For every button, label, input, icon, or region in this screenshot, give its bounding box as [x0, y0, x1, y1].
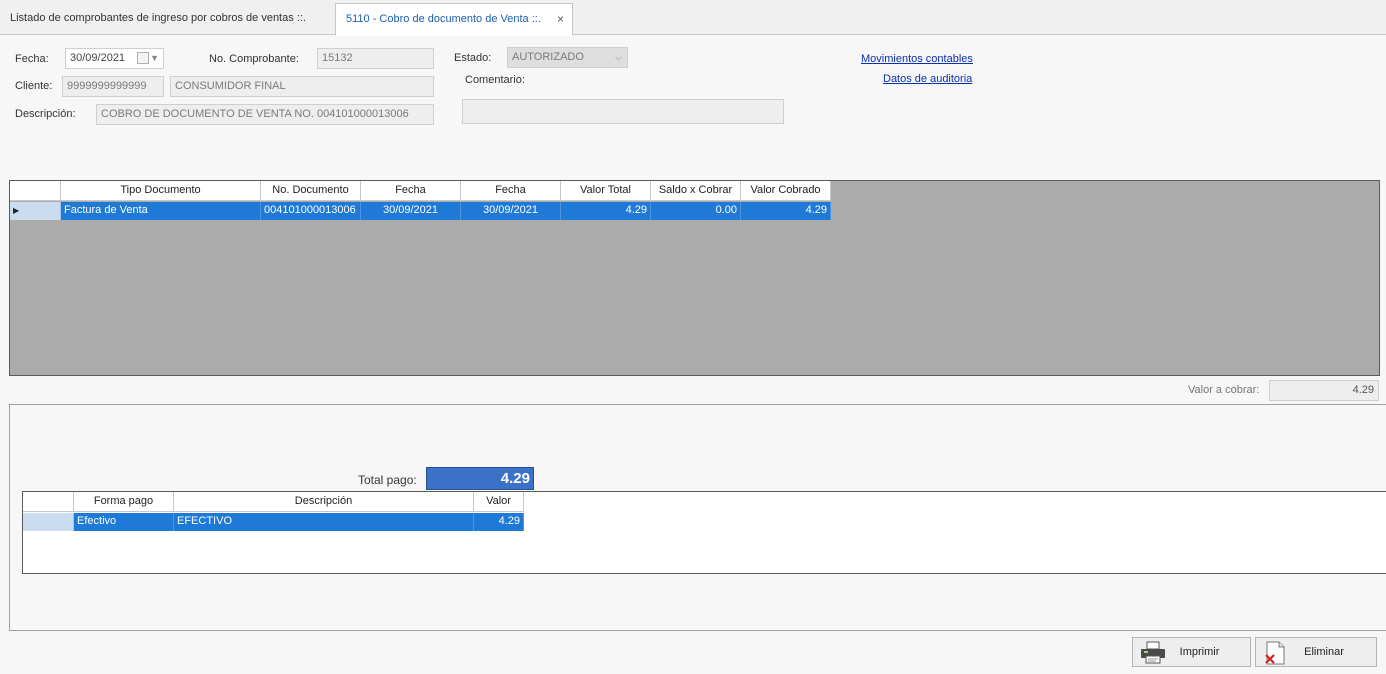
valor-cobrar-label: Valor a cobrar: — [1188, 384, 1260, 396]
cliente-id-field[interactable]: 9999999999999 — [62, 76, 164, 97]
header-forma-pago[interactable]: Forma pago — [74, 492, 174, 512]
cliente-id-value: 9999999999999 — [67, 80, 147, 92]
tab-listado-comprobantes[interactable]: Listado de comprobantes de ingreso por c… — [0, 3, 333, 35]
header-indicator — [23, 492, 74, 512]
imprimir-button[interactable]: Imprimir — [1132, 637, 1251, 667]
header-saldo-cobrar[interactable]: Saldo x Cobrar — [651, 181, 741, 201]
estado-label: Estado: — [454, 52, 492, 64]
cell-valor-total[interactable]: 4.29 — [561, 202, 651, 220]
valor-cobrar-field[interactable]: 4.29 — [1269, 380, 1379, 401]
descripcion-value: COBRO DE DOCUMENTO DE VENTA NO. 00410100… — [101, 108, 409, 120]
tab-bar: Listado de comprobantes de ingreso por c… — [0, 0, 1386, 36]
header-descripcion[interactable]: Descripción — [174, 492, 474, 512]
cell-valor[interactable]: 4.29 — [474, 513, 524, 531]
total-pago-field[interactable]: 4.29 — [426, 467, 534, 490]
cell-descripcion[interactable]: EFECTIVO — [174, 513, 474, 531]
estado-value: AUTORIZADO — [512, 51, 584, 63]
chevron-down-icon[interactable]: ⌵ — [615, 48, 622, 67]
cell-forma-pago[interactable]: Efectivo — [74, 513, 174, 531]
header-tipo-documento[interactable]: Tipo Documento — [61, 181, 261, 201]
fecha-value: 30/09/2021 — [70, 52, 126, 64]
payments-grid[interactable]: Forma pago Descripción Valor Efectivo EF… — [22, 491, 1386, 574]
comentario-label: Comentario: — [465, 74, 525, 86]
imprimir-label: Imprimir — [1179, 646, 1220, 658]
close-icon[interactable]: × — [557, 4, 564, 34]
tab-label: Listado de comprobantes de ingreso por c… — [10, 12, 306, 24]
fecha-date-picker[interactable]: 30/09/2021 ▼ — [65, 48, 164, 69]
chevron-down-icon[interactable]: ▼ — [150, 49, 159, 68]
table-row[interactable]: Efectivo EFECTIVO 4.29 — [23, 513, 524, 531]
header-fecha[interactable]: Fecha — [361, 181, 461, 201]
tab-label: 5110 - Cobro de documento de Venta ::. — [346, 13, 541, 25]
total-pago-label: Total pago: — [358, 473, 417, 487]
header-valor-cobrado[interactable]: Valor Cobrado — [741, 181, 831, 201]
estado-select[interactable]: AUTORIZADO ⌵ — [507, 47, 628, 68]
eliminar-button[interactable]: Eliminar — [1255, 637, 1377, 667]
cell-numero[interactable]: 004101000013006 — [261, 202, 361, 220]
calendar-icon[interactable] — [137, 52, 149, 64]
cell-fecha[interactable]: 30/09/2021 — [361, 202, 461, 220]
cell-fecha-2[interactable]: 30/09/2021 — [461, 202, 561, 220]
payments-grid-header: Forma pago Descripción Valor — [23, 492, 524, 512]
cliente-name-field[interactable]: CONSUMIDOR FINAL — [170, 76, 434, 97]
cell-saldo[interactable]: 0.00 — [651, 202, 741, 220]
comprobante-field[interactable]: 15132 — [317, 48, 434, 69]
datos-auditoria-link[interactable]: Datos de auditoria — [883, 73, 972, 85]
row-indicator[interactable] — [23, 513, 74, 531]
cell-tipo[interactable]: Factura de Venta — [61, 202, 261, 220]
descripcion-field[interactable]: COBRO DE DOCUMENTO DE VENTA NO. 00410100… — [96, 104, 434, 125]
descripcion-label: Descripción: — [15, 108, 76, 120]
fecha-label: Fecha: — [15, 53, 49, 65]
comentario-field[interactable] — [462, 99, 784, 124]
cliente-label: Cliente: — [15, 80, 53, 92]
valor-cobrar-value: 4.29 — [1352, 384, 1374, 396]
header-no-documento[interactable]: No. Documento — [261, 181, 361, 201]
header-valor-total[interactable]: Valor Total — [561, 181, 651, 201]
comprobante-value: 15132 — [322, 52, 353, 64]
header-indicator — [10, 181, 61, 201]
row-indicator-icon[interactable]: ▶ — [10, 202, 61, 220]
eliminar-label: Eliminar — [1304, 646, 1344, 658]
comprobante-label: No. Comprobante: — [209, 53, 299, 65]
documents-grid[interactable]: Tipo Documento No. Documento Fecha Fecha… — [9, 180, 1380, 376]
cliente-name-value: CONSUMIDOR FINAL — [175, 80, 286, 92]
total-pago-value: 4.29 — [500, 470, 530, 487]
documents-grid-header: Tipo Documento No. Documento Fecha Fecha… — [10, 181, 831, 201]
movimientos-contables-link[interactable]: Movimientos contables — [861, 53, 973, 65]
table-row[interactable]: ▶ Factura de Venta 004101000013006 30/09… — [10, 202, 831, 220]
header-fecha-2[interactable]: Fecha — [461, 181, 561, 201]
header-valor[interactable]: Valor — [474, 492, 524, 512]
cell-valor-cobrado[interactable]: 4.29 — [741, 202, 831, 220]
tab-cobro-documento[interactable]: 5110 - Cobro de documento de Venta ::. × — [335, 3, 573, 36]
